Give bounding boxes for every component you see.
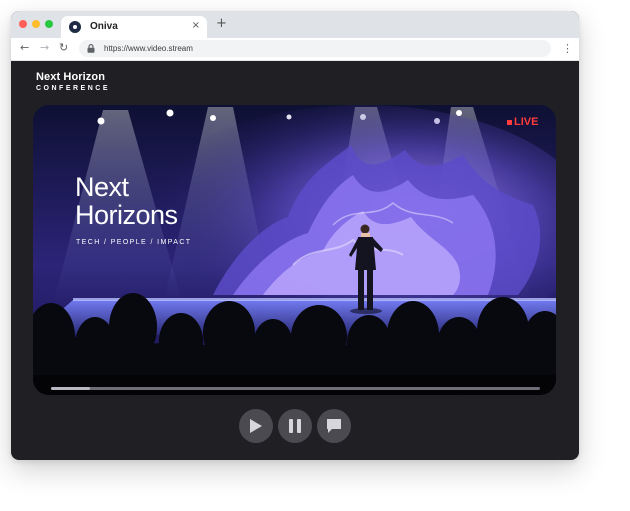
tab-bar: Oniva × + (11, 11, 579, 38)
live-label: LIVE (514, 116, 539, 128)
pause-button[interactable] (278, 409, 312, 443)
brand-subtitle: CONFERENCE (36, 85, 111, 92)
live-badge: LIVE (507, 116, 538, 128)
back-arrow-icon[interactable]: ← (20, 41, 29, 55)
browser-window: Oniva × + ← → ↻ https://www.video.stream… (11, 11, 579, 460)
address-bar[interactable]: https://www.video.stream (79, 40, 551, 57)
url-text: https://www.video.stream (104, 44, 193, 53)
chat-button[interactable] (317, 409, 351, 443)
maximize-window-button[interactable] (45, 20, 53, 28)
stage-title: Next Horizons (75, 173, 178, 229)
lock-icon (87, 44, 95, 53)
live-dot-icon (507, 119, 512, 125)
tab-close-icon[interactable]: × (192, 20, 200, 32)
browser-toolbar: ← → ↻ https://www.video.stream ⋮ (11, 38, 579, 61)
minimize-window-button[interactable] (32, 20, 40, 28)
new-tab-button[interactable]: + (216, 17, 227, 31)
tab-oniva[interactable]: Oniva × (61, 16, 207, 38)
forward-arrow-icon[interactable]: → (40, 41, 49, 55)
play-icon (250, 419, 262, 433)
video-progress-bar[interactable] (51, 387, 540, 390)
stage-video-frame (33, 105, 556, 395)
close-window-button[interactable] (19, 20, 27, 28)
tab-title: Oniva (90, 21, 118, 32)
pause-icon (289, 419, 301, 433)
brand-title: Next Horizon (36, 71, 106, 83)
video-player[interactable]: LIVE Next Horizons TECH / PEOPLE / IMPAC… (33, 105, 556, 395)
stage-tagline: TECH / PEOPLE / IMPACT (76, 239, 192, 246)
brand-logo[interactable]: Next Horizon CONFERENCE (36, 71, 110, 93)
video-progress-fill (51, 387, 91, 390)
browser-menu-icon[interactable]: ⋮ (562, 42, 573, 55)
chat-icon (327, 419, 341, 433)
play-button[interactable] (239, 409, 273, 443)
stage-title-line1: Next (75, 172, 129, 202)
player-controls (11, 409, 579, 443)
oniva-logo-icon (69, 21, 81, 33)
stage-title-line2: Horizons (75, 200, 178, 230)
reload-icon[interactable]: ↻ (59, 41, 68, 55)
